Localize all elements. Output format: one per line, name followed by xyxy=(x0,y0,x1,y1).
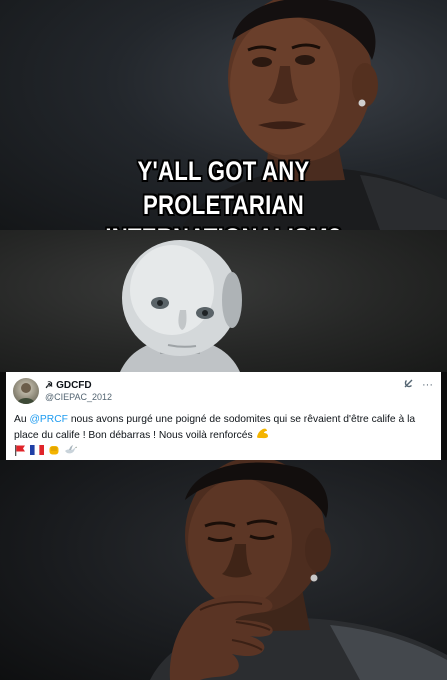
hammer-sickle-icon: ☭ xyxy=(45,380,54,390)
tweet-card: ☭ GDCFD @CIEPAC_2012 ··· Au @PRCF nous av… xyxy=(6,372,441,460)
panel-man-asking: Y'ALL GOT ANY PROLETARIAN INTERNATIONALI… xyxy=(0,0,447,230)
panel-man-thinking xyxy=(0,460,447,680)
mention-link[interactable]: @PRCF xyxy=(29,414,67,425)
france-flag-emoji xyxy=(30,444,44,460)
more-icon[interactable]: ··· xyxy=(422,379,433,391)
caption-line-2: PROLETARIAN INTERNATIONALISM? xyxy=(105,190,341,230)
tweet-user: ☭ GDCFD @CIEPAC_2012 xyxy=(45,379,112,403)
grok-icon[interactable] xyxy=(403,378,414,392)
meme-image: Y'ALL GOT ANY PROLETARIAN INTERNATIONALI… xyxy=(0,0,447,680)
panel-robot xyxy=(0,230,447,372)
tweet-text: Au @PRCF nous avons purgé une poigné de … xyxy=(14,413,434,461)
tweet-actions: ··· xyxy=(403,378,433,392)
caption-line-1: Y'ALL GOT ANY xyxy=(137,156,310,186)
man-portrait-bottom xyxy=(150,460,447,680)
flexed-biceps-emoji xyxy=(256,427,269,444)
dove-emoji xyxy=(64,444,77,461)
avatar[interactable] xyxy=(13,378,39,404)
robot-face xyxy=(120,240,242,372)
user-handle[interactable]: @CIEPAC_2012 xyxy=(45,392,112,403)
red-flag-emoji xyxy=(14,444,26,461)
display-name[interactable]: ☭ GDCFD xyxy=(45,379,112,392)
fist-emoji xyxy=(48,444,60,461)
